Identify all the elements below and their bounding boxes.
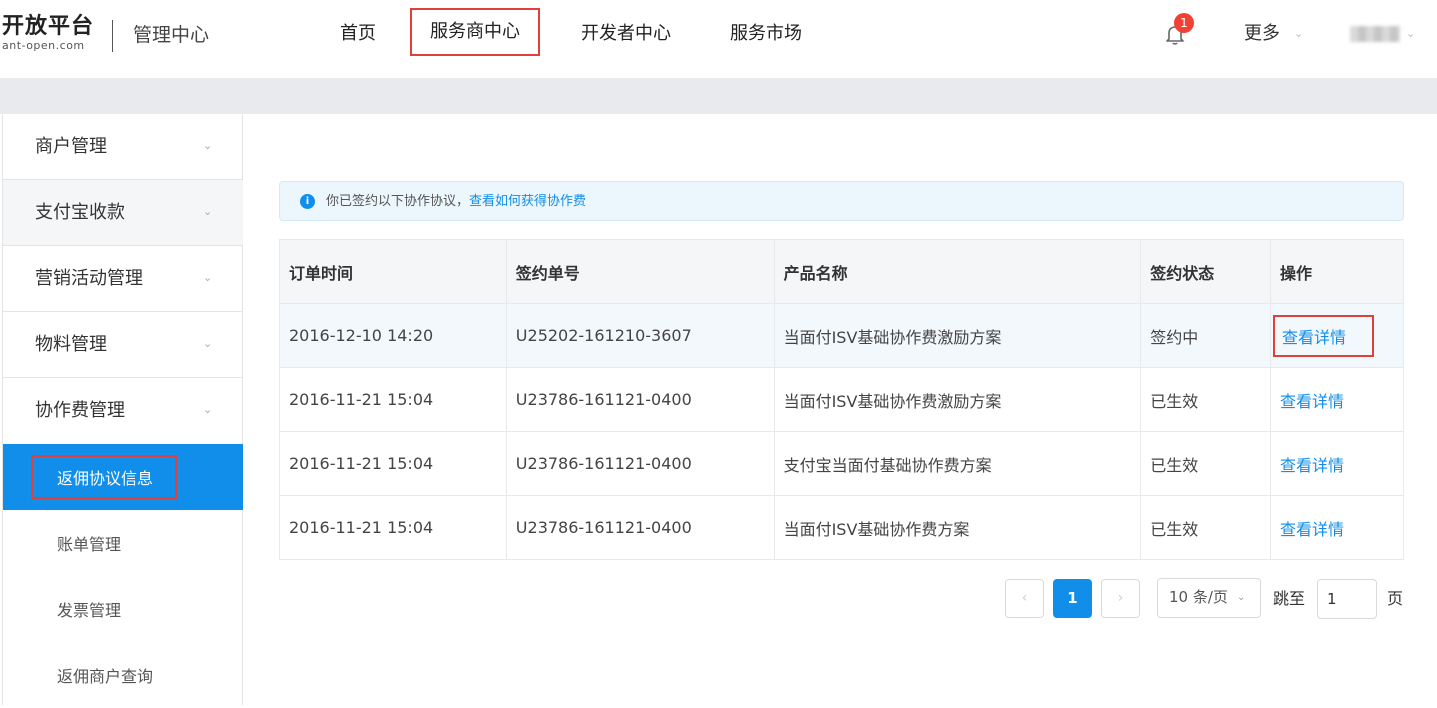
product-name-cell: 当面付ISV基础协作费激励方案: [773, 303, 1142, 368]
sidebar-item-rebate-merchant-query[interactable]: 返佣商户查询: [3, 642, 243, 708]
logo-divider: [112, 20, 113, 52]
action-cell: 查看详情: [1270, 495, 1404, 560]
sidebar-item-bill-management[interactable]: 账单管理: [3, 510, 243, 576]
column-header-product-name: 产品名称: [773, 239, 1142, 304]
sidebar-item-invoice-management[interactable]: 发票管理: [3, 576, 243, 642]
sidebar-item-label: 返佣协议信息: [57, 469, 154, 488]
sidebar-group-label: 商户管理: [35, 136, 107, 157]
table-row: 2016-11-21 15:04 U23786-161121-0400 当面付I…: [279, 495, 1404, 560]
console-title: 管理中心: [133, 24, 210, 46]
sidebar-group-label: 协作费管理: [35, 400, 125, 421]
column-header-sign-status: 签约状态: [1140, 239, 1272, 304]
sidebar-group-label: 支付宝收款: [35, 202, 125, 223]
agreement-table: 订单时间 签约单号 产品名称 签约状态 操作 2016-12-10 14:20 …: [279, 239, 1404, 560]
sign-status-cell: 已生效: [1140, 367, 1272, 432]
table-row: 2016-11-21 15:04 U23786-161121-0400 支付宝当…: [279, 431, 1404, 496]
sign-number-cell: U23786-161121-0400: [505, 367, 775, 432]
sidebar-item-label: 账单管理: [57, 535, 122, 554]
view-details-link[interactable]: 查看详情: [1280, 456, 1344, 475]
prev-page-button[interactable]: ‹: [1005, 579, 1044, 618]
info-icon: i: [300, 194, 315, 209]
sidebar-group-label: 营销活动管理: [35, 268, 143, 289]
product-name-cell: 当面付ISV基础协作费激励方案: [773, 367, 1142, 432]
sign-status-cell: 已生效: [1140, 495, 1272, 560]
header-spacer: [0, 78, 1437, 114]
user-account-blurred[interactable]: [1350, 26, 1400, 42]
logo-main-text: 开放平台: [2, 14, 95, 39]
sidebar-group-label: 物料管理: [35, 334, 107, 355]
chevron-down-icon: ⌄: [1294, 27, 1304, 40]
logo[interactable]: 开放平台 ant-open.com: [2, 14, 94, 52]
next-page-button[interactable]: ›: [1101, 579, 1140, 618]
chevron-down-icon: ⌄: [203, 337, 213, 350]
top-header: 开放平台 ant-open.com 管理中心 首页 服务商中心 开发者中心 服务…: [0, 0, 1437, 78]
sign-status-cell: 已生效: [1140, 431, 1272, 496]
alert-text: 你已签约以下协作协议，查看如何获得协作费: [326, 193, 586, 211]
product-name-cell: 支付宝当面付基础协作费方案: [773, 431, 1142, 496]
sidebar: 商户管理 ⌄ 支付宝收款 ⌄ 营销活动管理 ⌄ 物料管理 ⌄ 协作费管理 ⌄ 返…: [2, 114, 243, 705]
view-details-link[interactable]: 查看详情: [1273, 314, 1375, 357]
chevron-down-icon: ⌄: [203, 271, 213, 284]
view-details-link[interactable]: 查看详情: [1280, 392, 1344, 411]
how-to-get-fee-link[interactable]: 查看如何获得协作费: [469, 194, 586, 209]
chevron-down-icon: ⌄: [1406, 27, 1416, 40]
page-button-current[interactable]: 1: [1053, 579, 1092, 618]
alert-message: 你已签约以下协作协议，: [326, 194, 470, 209]
column-header-sign-number: 签约单号: [505, 239, 775, 304]
table-row: 2016-11-21 15:04 U23786-161121-0400 当面付I…: [279, 367, 1404, 432]
nav-developer-center[interactable]: 开发者中心: [581, 20, 671, 48]
sidebar-group-merchant[interactable]: 商户管理 ⌄: [3, 114, 243, 180]
order-time-cell: 2016-11-21 15:04: [279, 431, 507, 496]
sign-number-cell: U23786-161121-0400: [505, 431, 775, 496]
more-menu[interactable]: 更多: [1244, 21, 1280, 47]
sidebar-item-rebate-agreement[interactable]: 返佣协议信息: [3, 444, 243, 510]
chevron-down-icon: ⌄: [1237, 592, 1246, 603]
column-header-order-time: 订单时间: [279, 239, 507, 304]
chevron-down-icon: ⌄: [203, 205, 213, 218]
action-cell: 查看详情: [1270, 431, 1404, 496]
table-row: 2016-12-10 14:20 U25202-161210-3607 当面付I…: [279, 303, 1404, 368]
nav-service-provider-center[interactable]: 服务商中心: [410, 8, 540, 56]
chevron-down-icon: ⌄: [203, 403, 213, 416]
jump-page-input[interactable]: [1317, 579, 1377, 619]
order-time-cell: 2016-11-21 15:04: [279, 495, 507, 560]
view-details-link[interactable]: 查看详情: [1280, 520, 1344, 539]
notification-badge: 1: [1174, 13, 1194, 33]
jump-to-label: 跳至: [1273, 589, 1306, 608]
sign-status-cell: 签约中: [1140, 303, 1272, 368]
page-size-select[interactable]: 10 条/页: [1157, 578, 1261, 618]
sidebar-group-materials[interactable]: 物料管理 ⌄: [3, 312, 243, 378]
sign-number-cell: U25202-161210-3607: [505, 303, 775, 368]
nav-home[interactable]: 首页: [340, 20, 376, 48]
order-time-cell: 2016-12-10 14:20: [279, 303, 507, 368]
chevron-down-icon: ⌄: [203, 139, 213, 152]
sign-number-cell: U23786-161121-0400: [505, 495, 775, 560]
column-header-action: 操作: [1270, 239, 1404, 304]
sidebar-group-marketing[interactable]: 营销活动管理 ⌄: [3, 246, 243, 312]
sidebar-item-label: 返佣商户查询: [57, 667, 154, 686]
nav-service-market[interactable]: 服务市场: [730, 20, 802, 48]
sidebar-item-label: 发票管理: [57, 601, 122, 620]
sidebar-group-cooperation-fee[interactable]: 协作费管理 ⌄: [3, 378, 243, 444]
page-suffix-label: 页: [1387, 589, 1404, 608]
logo-sub-text: ant-open.com: [2, 39, 85, 52]
sidebar-group-alipay-payment[interactable]: 支付宝收款 ⌄: [3, 180, 243, 246]
action-cell: 查看详情: [1270, 303, 1404, 368]
product-name-cell: 当面付ISV基础协作费方案: [773, 495, 1142, 560]
table-header-row: 订单时间 签约单号 产品名称 签约状态 操作: [279, 239, 1404, 304]
order-time-cell: 2016-11-21 15:04: [279, 367, 507, 432]
info-alert: i 你已签约以下协作协议，查看如何获得协作费: [279, 181, 1404, 221]
action-cell: 查看详情: [1270, 367, 1404, 432]
